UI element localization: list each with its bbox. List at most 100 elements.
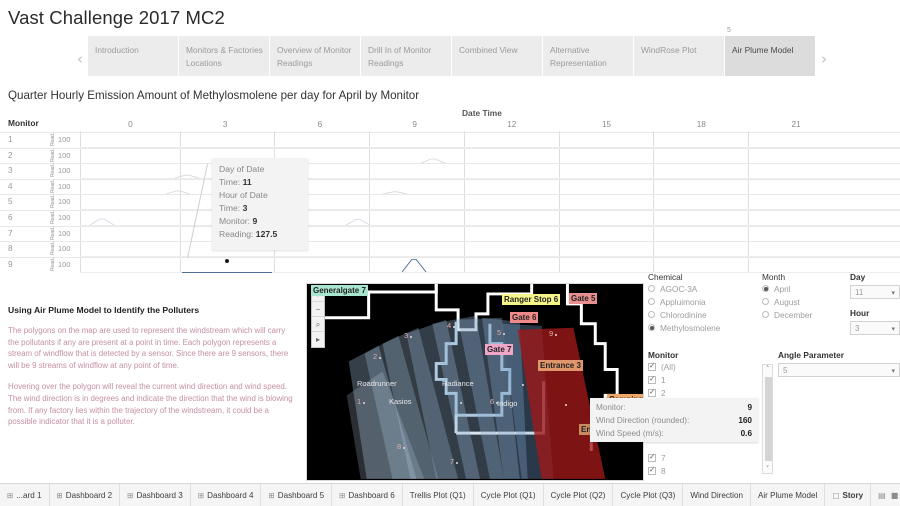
grid-vline — [463, 131, 465, 273]
sheet-tab[interactable]: Cycle Plot (Q2) — [544, 484, 614, 506]
radio-icon[interactable] — [762, 285, 769, 292]
map-sensor-2[interactable]: 2 — [373, 352, 377, 361]
radio-icon[interactable] — [648, 298, 655, 305]
zoom-out-icon[interactable]: − — [312, 302, 324, 317]
day-select[interactable]: 11 ▾ — [850, 285, 900, 299]
sheet-tab[interactable]: Cycle Plot (Q1) — [474, 484, 544, 506]
month-radio-group[interactable]: April August December — [762, 282, 852, 321]
x-axis-tick: 21 — [791, 120, 801, 129]
story-tab-6[interactable]: Alternative Representation — [543, 36, 633, 76]
story-tab-label: Air Plume Model — [732, 45, 794, 55]
story-tab-2[interactable]: Monitors & Factories Locations — [179, 36, 269, 76]
chemical-option-methylosmolene[interactable]: Methylosmolene — [648, 321, 758, 334]
scrollbar-thumb[interactable] — [764, 377, 772, 461]
radio-icon[interactable] — [648, 324, 655, 331]
axis-vline — [80, 131, 81, 273]
story-navigator: ‹ Introduction Monitors & Factories Locat… — [72, 27, 900, 82]
checkbox-icon[interactable] — [648, 361, 656, 371]
panel-paragraph-1: The polygons on the map are used to repr… — [8, 326, 289, 370]
map-sensor-6[interactable]: 6 — [490, 397, 494, 406]
map-place-label[interactable]: Gate 5 — [569, 293, 598, 304]
bottom-toolbar-icons[interactable]: ▤■‹›↻⬚ — [871, 484, 900, 506]
story-tab-label: Monitors & Factories Locations — [186, 45, 263, 68]
tooltip-monitor: Monitor: 9 — [219, 216, 258, 226]
story-tab-3[interactable]: Overview of Monitor Readings — [270, 36, 360, 76]
x-axis-tick: 0 — [128, 120, 133, 129]
map-place-label[interactable]: Entrance 3 — [538, 360, 583, 371]
angle-parameter-select[interactable]: 5 ▾ — [778, 363, 900, 377]
show-sheet-icon[interactable]: ■ — [891, 491, 899, 500]
radio-icon[interactable] — [648, 311, 655, 318]
map-sensor-4[interactable]: 4 — [447, 321, 451, 330]
grid-vline — [179, 131, 181, 273]
scroll-down-icon[interactable]: ˅ — [766, 465, 770, 473]
radio-icon[interactable] — [762, 298, 769, 305]
radio-icon[interactable] — [648, 285, 655, 292]
checkbox-icon[interactable] — [648, 465, 656, 475]
selected-data-point[interactable] — [223, 257, 230, 264]
sheet-tab[interactable]: □ Story — [825, 484, 872, 506]
chemical-radio-group[interactable]: AGOC-3A Appluimonia Chlorodinine Methylosmo… — [648, 282, 758, 334]
map-place-label[interactable]: Generalgate 7 — [311, 285, 368, 296]
monitor-row-label: 6 — [8, 213, 13, 222]
map-sensor-9[interactable]: 9 — [549, 329, 553, 338]
scroll-up-icon[interactable]: ˄ — [766, 365, 770, 373]
sheet-tab[interactable]: ⊞ Dashboard 2 — [50, 484, 121, 506]
pan-pointer-icon[interactable]: ▸ — [312, 332, 324, 347]
story-tab-8[interactable]: Air Plume Model 5 — [725, 27, 815, 76]
monitor-option-7[interactable]: 7 — [648, 451, 758, 464]
map-place-label[interactable]: Gate 7 — [485, 344, 514, 355]
story-next-arrow[interactable]: › — [816, 36, 832, 82]
sheet-tab[interactable]: ⊞ Dashboard 4 — [191, 484, 262, 506]
map-sensor-dot — [496, 402, 498, 404]
map-sensor-8[interactable]: 8 — [397, 442, 401, 451]
map-sensor-3[interactable]: 3 — [404, 331, 408, 340]
x-axis-title: Date Time — [462, 108, 502, 118]
monitor-option-all[interactable]: (All) — [648, 360, 758, 373]
monitor-option-1[interactable]: 1 — [648, 373, 758, 386]
y-axis-label: Read.. — [50, 194, 56, 209]
checkbox-icon[interactable] — [648, 387, 656, 397]
checkbox-icon[interactable] — [648, 374, 656, 384]
story-prev-arrow[interactable]: ‹ — [72, 36, 88, 82]
map-sensor-5[interactable]: 5 — [497, 328, 501, 337]
show-filmstrip-icon[interactable]: ▤ — [878, 491, 886, 500]
sheet-tab[interactable]: ⊞ Dashboard 6 — [332, 484, 403, 506]
story-tab-5[interactable]: Combined View — [452, 36, 542, 76]
sheet-tab[interactable]: Wind Direction — [683, 484, 751, 506]
monitor-option-8[interactable]: 8 — [648, 464, 758, 477]
story-tab-7[interactable]: WindRose Plot — [634, 36, 724, 76]
map-sensor-7[interactable]: 7 — [450, 457, 454, 466]
sheet-tab[interactable]: ⊞ ...ard 1 — [0, 484, 50, 506]
monitor-row-label: 1 — [8, 135, 13, 144]
sheet-tab[interactable]: ⊞ Dashboard 3 — [120, 484, 191, 506]
month-option-april[interactable]: April — [762, 282, 852, 295]
map-sensor-dot — [456, 462, 458, 464]
radio-icon[interactable] — [762, 311, 769, 318]
chemical-option-chlorodinine[interactable]: Chlorodinine — [648, 308, 758, 321]
zoom-reset-icon[interactable]: ⌕ — [312, 317, 324, 332]
story-tab-4[interactable]: Drill In of Monitor Readings — [361, 36, 451, 76]
checkbox-icon[interactable] — [648, 452, 656, 462]
sheet-tab-label: Cycle Plot (Q1) — [480, 490, 536, 500]
sheet-tab[interactable]: Cycle Plot (Q3) — [613, 484, 684, 506]
story-tab-1[interactable]: Introduction — [88, 36, 178, 76]
sheet-tab[interactable]: ⊞ Dashboard 5 — [261, 484, 333, 506]
month-option-december[interactable]: December — [762, 308, 852, 321]
chemical-option-appluimonia[interactable]: Appluimonia — [648, 295, 758, 308]
option-label: 8 — [661, 465, 666, 476]
air-plume-map[interactable]: +−⌕▸ Generalgate 7Ranger Stop 6Gate 5Gat… — [306, 283, 644, 481]
sheet-tab[interactable]: Trellis Plot (Q1) — [403, 484, 474, 506]
monitor-list-scrollbar[interactable]: ˄ ˅ — [762, 364, 773, 474]
x-axis-tick: 9 — [412, 120, 417, 129]
map-place-label[interactable]: Ranger Stop 6 — [502, 294, 561, 305]
map-place-label[interactable]: Gate 6 — [510, 312, 539, 323]
month-option-august[interactable]: August — [762, 295, 852, 308]
hour-filter-title: Hour — [850, 308, 870, 318]
filter-panel: Chemical AGOC-3A Appluimonia Chlorodinine M… — [648, 272, 900, 482]
map-sensor-dot — [379, 357, 381, 359]
chemical-option-agoc-3a[interactable]: AGOC-3A — [648, 282, 758, 295]
hour-select[interactable]: 3 ▾ — [850, 321, 900, 335]
sheet-tab[interactable]: Air Plume Model — [751, 484, 826, 506]
map-sensor-1[interactable]: 1 — [357, 397, 361, 406]
